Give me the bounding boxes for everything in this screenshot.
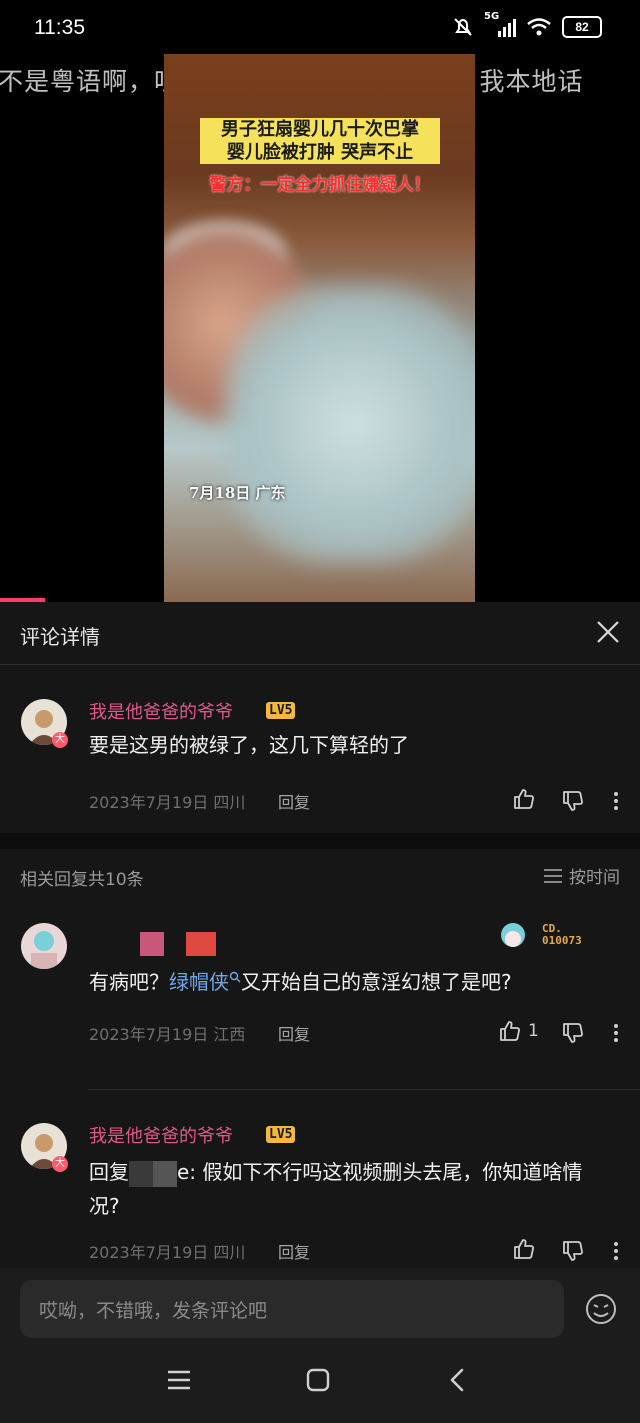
- level-badge: LV5: [266, 702, 296, 719]
- avatar[interactable]: [21, 923, 67, 969]
- level-badge: LV5: [266, 1126, 296, 1143]
- reply-count: 相关回复共10条: [20, 870, 144, 890]
- avatar-anime-icon: [31, 931, 57, 969]
- like-button[interactable]: [512, 1237, 536, 1261]
- sort-by-time-button[interactable]: 按时间: [543, 863, 620, 888]
- menu-icon[interactable]: [165, 1366, 193, 1394]
- wifi-icon: [527, 18, 551, 36]
- reply-button[interactable]: 回复: [278, 1239, 310, 1263]
- fan-badge-icon: [501, 923, 525, 947]
- list-sort-icon: [544, 868, 562, 883]
- dislike-button[interactable]: [561, 1239, 585, 1263]
- dislike-button[interactable]: [561, 789, 585, 813]
- signal-icon: 5G: [484, 11, 516, 37]
- dislike-button[interactable]: [561, 1021, 585, 1045]
- panel-title: 评论详情: [20, 625, 100, 649]
- divider: [88, 1089, 640, 1090]
- clock: 11:35: [34, 16, 85, 39]
- video-blur-shape: [224, 284, 475, 564]
- reply-text: 回复 e: 假如下不行吗这视频删头去尾，你知道啥情况?: [89, 1155, 609, 1223]
- status-bar: 11:35 5G 82: [0, 0, 640, 56]
- mosaic-censor: [140, 932, 164, 956]
- thumbs-down-icon: [563, 791, 583, 811]
- more-options-icon[interactable]: [608, 1021, 624, 1045]
- mosaic-censor: [186, 932, 216, 956]
- reply-prefix: 回复: [89, 1160, 129, 1184]
- reply-item: 大 我是他爸爸的爷爷 LV5 回复 e: 假如下不行吗这视频删头去尾，你知道啥情况…: [0, 1089, 640, 1289]
- battery-indicator: 82: [562, 16, 602, 38]
- home-icon[interactable]: [304, 1366, 332, 1394]
- reply-date-location: 2023年7月19日 江西: [89, 1025, 246, 1044]
- close-icon[interactable]: [594, 618, 622, 646]
- comment-input-placeholder: 哎呦，不错哦，发条评论吧: [39, 1300, 268, 1322]
- reply-button[interactable]: 回复: [278, 789, 310, 813]
- replies-header: 相关回复共10条 按时间: [0, 849, 640, 905]
- like-count: 1: [528, 1021, 539, 1041]
- thumbs-up-icon: [514, 789, 534, 809]
- comment-text: 要是这男的被绿了，这几下算轻的了: [89, 733, 409, 757]
- emoji-icon[interactable]: [584, 1292, 618, 1326]
- reply-date-location: 2023年7月19日 四川: [89, 1243, 246, 1262]
- like-button[interactable]: 1: [498, 1019, 539, 1043]
- vip-badge-icon: 大: [52, 732, 68, 748]
- video-dateline: 7月18日 广东: [189, 484, 286, 502]
- more-options-icon[interactable]: [608, 1239, 624, 1263]
- video-player[interactable]: 男子狂扇婴儿几十次巴掌 婴儿脸被打肿 哭声不止 警方：一定全力抓住嫌疑人！ 7月…: [164, 54, 475, 602]
- system-nav-bar: [0, 1348, 640, 1423]
- mosaic-censor: [129, 1160, 177, 1187]
- caption-police: 警方：一定全力抓住嫌疑人！: [209, 175, 431, 195]
- sort-label: 按时间: [569, 868, 620, 888]
- panel-header: 评论详情: [0, 602, 640, 665]
- reply-text-part: 有病吧？: [89, 970, 169, 994]
- reply-item: CD. 010073 有病吧？绿帽侠 又开始自己的意淫幻想了是吧? 2023年7月…: [0, 905, 640, 1089]
- like-button[interactable]: [512, 787, 536, 811]
- thumbs-down-icon: [563, 1241, 583, 1261]
- status-icons: 5G 82: [452, 11, 602, 38]
- thumbs-down-icon: [563, 1023, 583, 1043]
- main-comment: 大 我是他爸爸的爷爷 LV5 要是这男的被绿了，这几下算轻的了 2023年7月1…: [0, 665, 640, 833]
- reply-text: 有病吧？绿帽侠 又开始自己的意淫幻想了是吧?: [89, 965, 512, 999]
- search-icon: [229, 971, 241, 983]
- thumbs-up-icon: [500, 1021, 520, 1041]
- comment-date-location: 2023年7月19日 四川: [89, 793, 246, 812]
- more-options-icon[interactable]: [608, 789, 624, 813]
- comment-username[interactable]: 我是他爸爸的爷爷: [89, 698, 233, 724]
- section-divider: [0, 833, 640, 849]
- hashtag-link[interactable]: 绿帽侠: [169, 970, 229, 994]
- back-icon[interactable]: [444, 1366, 472, 1394]
- comment-input[interactable]: 哎呦，不错哦，发条评论吧: [20, 1280, 564, 1338]
- caption-line-1: 男子狂扇婴儿几十次巴掌: [200, 118, 440, 141]
- reply-text-part: 又开始自己的意淫幻想了是吧?: [241, 970, 512, 994]
- vip-badge-icon: 大: [52, 1156, 68, 1172]
- mute-bell-icon: [454, 18, 472, 36]
- reply-button[interactable]: 回复: [278, 1021, 310, 1045]
- reply-username[interactable]: 我是他爸爸的爷爷: [89, 1122, 233, 1148]
- fan-badge-text: CD. 010073: [542, 922, 582, 947]
- video-caption: 男子狂扇婴儿几十次巴掌 婴儿脸被打肿 哭声不止 警方：一定全力抓住嫌疑人！: [200, 118, 440, 195]
- caption-line-2: 婴儿脸被打肿 哭声不止: [200, 141, 440, 164]
- thumbs-up-icon: [514, 1239, 534, 1259]
